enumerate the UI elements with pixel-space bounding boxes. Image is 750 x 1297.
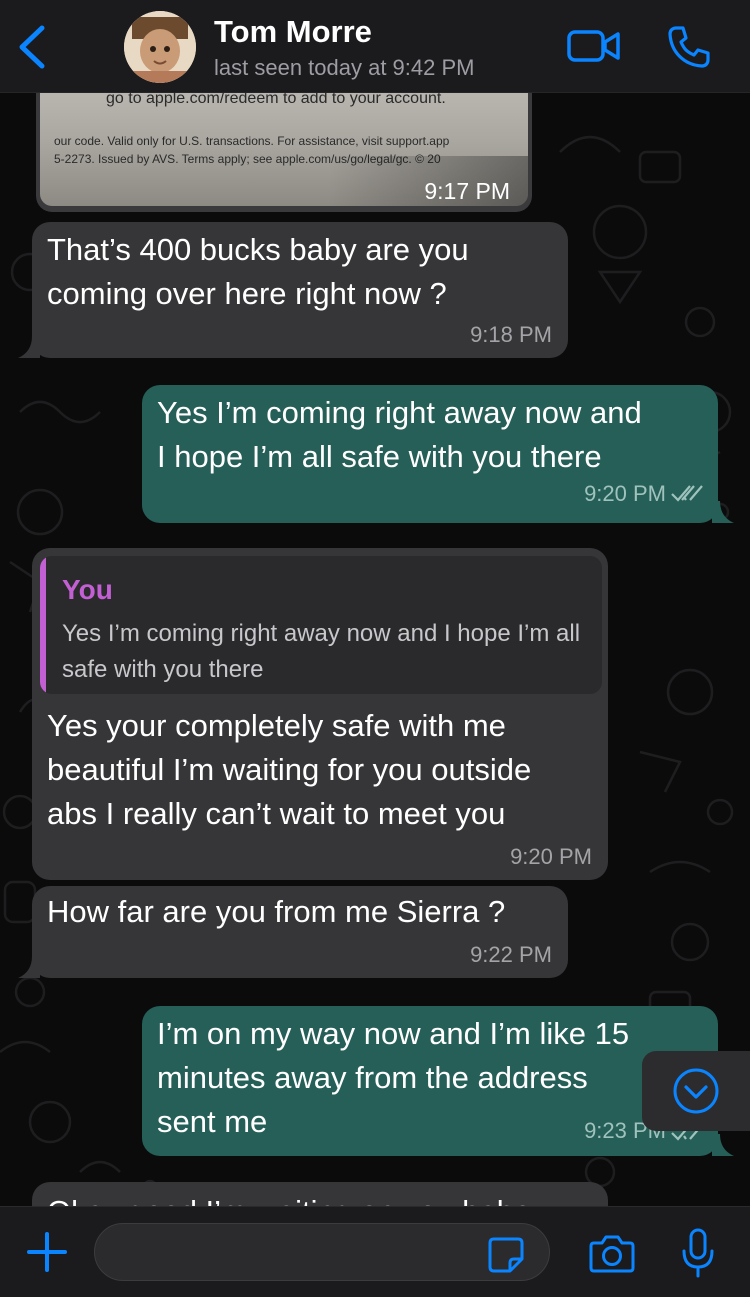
- sticker-icon: [488, 1237, 524, 1273]
- chat-header: Tom Morre last seen today at 9:42 PM: [0, 0, 750, 93]
- message-time: 9:20 PM: [510, 844, 592, 869]
- video-call-button[interactable]: [566, 26, 622, 66]
- message-text: That’s 400 bucks baby are you coming ove…: [47, 232, 469, 311]
- message-input[interactable]: [94, 1223, 550, 1281]
- attach-button[interactable]: [24, 1229, 70, 1275]
- scroll-to-bottom-button[interactable]: [642, 1051, 750, 1131]
- message-text: How far are you from me Sierra ?: [47, 894, 506, 929]
- phone-icon: [668, 26, 710, 68]
- incoming-reply-message[interactable]: You Yes I’m coming right away now and I …: [32, 548, 608, 880]
- contact-name[interactable]: Tom Morre: [214, 14, 372, 50]
- quote-text: Yes I’m coming right away now and I hope…: [62, 620, 581, 683]
- gift-card-photo[interactable]: go to apple.com/redeem to add to your ac…: [40, 92, 528, 206]
- quoted-message[interactable]: You Yes I’m coming right away now and I …: [40, 556, 602, 694]
- quote-author: You: [62, 574, 113, 605]
- quote-accent-bar: [40, 556, 46, 694]
- message-time: 9:18 PM: [470, 322, 552, 347]
- avatar-photo: [124, 11, 196, 83]
- video-camera-icon: [567, 30, 620, 62]
- outgoing-message[interactable]: I’m on my way now and I’m like 15 minute…: [142, 1006, 718, 1156]
- bubble-tail: [18, 336, 40, 358]
- message-text: Okay good I’m waiting on you babe: [47, 1190, 531, 1206]
- avatar[interactable]: [124, 11, 196, 83]
- photo-text-line: go to apple.com/redeem to add to your ac…: [106, 92, 446, 107]
- back-button[interactable]: [14, 24, 50, 70]
- message-time: 9:22 PM: [470, 942, 552, 967]
- read-receipt-icon: [671, 485, 703, 502]
- sticker-button[interactable]: [486, 1235, 526, 1275]
- last-seen-status: last seen today at 9:42 PM: [214, 55, 475, 80]
- voice-message-button[interactable]: [680, 1227, 716, 1279]
- bubble-tail: [712, 1134, 734, 1156]
- chat-thread[interactable]: go to apple.com/redeem to add to your ac…: [0, 92, 750, 1206]
- incoming-message[interactable]: Okay good I’m waiting on you babe: [32, 1182, 608, 1206]
- camera-icon: [589, 1235, 635, 1273]
- plus-icon: [27, 1232, 67, 1272]
- chevron-left-icon: [19, 25, 45, 69]
- voice-call-button[interactable]: [666, 24, 712, 70]
- message-time: 9:20 PM: [584, 481, 666, 506]
- message-time: 9:17 PM: [424, 178, 510, 204]
- incoming-message[interactable]: That’s 400 bucks baby are you coming ove…: [32, 222, 568, 358]
- chevron-down-circle-icon: [673, 1068, 719, 1114]
- microphone-icon: [682, 1228, 714, 1278]
- photo-text-line: our code. Valid only for U.S. transactio…: [54, 134, 450, 148]
- bubble-tail: [18, 956, 40, 978]
- message-text: Yes I’m coming right away now and I hope…: [157, 395, 642, 474]
- camera-button[interactable]: [588, 1231, 636, 1275]
- message-text: I’m on my way now and I’m like 15 minute…: [157, 1016, 630, 1139]
- message-composer: [0, 1206, 750, 1297]
- message-text: Yes your completely safe with me beautif…: [47, 708, 532, 831]
- image-message[interactable]: go to apple.com/redeem to add to your ac…: [36, 92, 532, 212]
- incoming-message[interactable]: How far are you from me Sierra ? 9:22 PM: [32, 886, 568, 978]
- bubble-tail: [712, 501, 734, 523]
- outgoing-message[interactable]: Yes I’m coming right away now and I hope…: [142, 385, 718, 523]
